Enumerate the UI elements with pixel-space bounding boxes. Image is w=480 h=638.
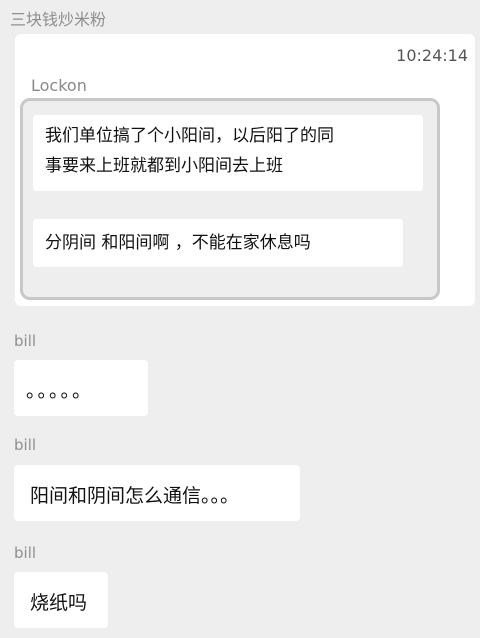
quoted-message-text: 分阴间 和阳间啊 ，不能在家休息吗 bbox=[45, 233, 311, 253]
message-text: 阳间和阴间怎么通信。。。 bbox=[30, 485, 240, 507]
sender-name: bill bbox=[14, 436, 37, 454]
quoted-message-bubble: 分阴间 和阳间啊 ，不能在家休息吗 bbox=[33, 219, 403, 267]
message-text: 。。。。。 bbox=[26, 380, 94, 402]
quoted-message-line: 我们单位搞了个小阳间，以后阳了的同 bbox=[45, 126, 334, 146]
message-bubble[interactable]: 。。。。。 bbox=[14, 360, 148, 416]
quoted-screenshot-frame: 我们单位搞了个小阳间，以后阳了的同 事要来上班就都到小阳间去上班 分阴间 和阳间… bbox=[20, 98, 440, 300]
message-timestamp: 10:24:14 bbox=[396, 46, 468, 65]
quoted-message-bubble: 我们单位搞了个小阳间，以后阳了的同 事要来上班就都到小阳间去上班 bbox=[33, 115, 423, 191]
sender-name: bill bbox=[14, 544, 37, 562]
message-bubble[interactable]: 烧纸吗 bbox=[14, 572, 108, 628]
message-bubble[interactable]: 阳间和阴间怎么通信。。。 bbox=[14, 465, 300, 521]
message-text: 烧纸吗 bbox=[30, 592, 88, 614]
forwarded-chat-record[interactable]: 10:24:14 Lockon 我们单位搞了个小阳间，以后阳了的同 事要来上班就… bbox=[15, 34, 475, 306]
quoted-sender-name: Lockon bbox=[31, 76, 87, 95]
group-name: 三块钱炒米粉 bbox=[10, 10, 107, 29]
sender-name: bill bbox=[14, 332, 37, 350]
quoted-message-line: 事要来上班就都到小阳间去上班 bbox=[45, 156, 283, 176]
